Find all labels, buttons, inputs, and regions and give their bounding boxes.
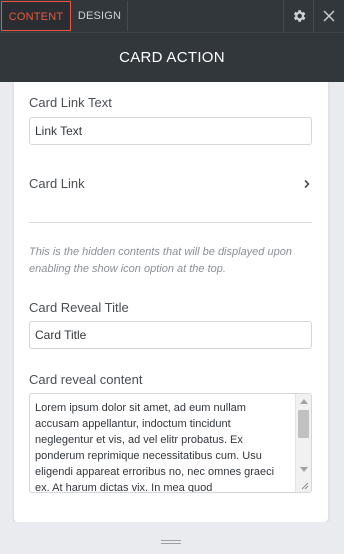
close-icon [323,10,334,22]
textarea-value: Lorem ipsum dolor sit amet, ad eum nulla… [35,402,275,493]
bottom-area [0,522,344,554]
scroll-down-arrow[interactable] [300,467,308,472]
divider [29,222,312,223]
textarea-scrollbar[interactable] [295,394,311,492]
top-bar: CONTENT DESIGN [0,0,344,32]
page-title: CARD ACTION [119,49,225,66]
card-reveal-content-textarea[interactable]: Lorem ipsum dolor sit amet, ad eum nulla… [29,393,312,493]
card-link-text-label: Card Link Text [29,95,112,110]
card-reveal-title-input[interactable]: Card Title [29,321,312,349]
close-button[interactable] [313,0,343,32]
chevron-right-icon [304,179,310,189]
drag-handle[interactable] [161,540,181,546]
settings-panel: Card Link Text Link Text Card Link This … [14,82,328,522]
scroll-up-arrow[interactable] [300,399,308,404]
gear-icon [293,10,305,22]
card-link-row[interactable]: Card Link [29,176,312,194]
card-reveal-title-label: Card Reveal Title [29,300,129,315]
tab-design[interactable]: DESIGN [72,1,128,31]
scroll-thumb[interactable] [298,410,309,438]
resize-grip-icon[interactable] [299,480,309,490]
panel-header: CARD ACTION [0,32,344,82]
card-link-text-input[interactable]: Link Text [29,117,312,145]
settings-button[interactable] [283,0,313,32]
card-link-label: Card Link [29,176,85,191]
card-reveal-content-label: Card reveal content [29,372,143,387]
hidden-content-note: This is the hidden contents that will be… [29,246,292,275]
tab-content[interactable]: CONTENT [1,1,71,31]
